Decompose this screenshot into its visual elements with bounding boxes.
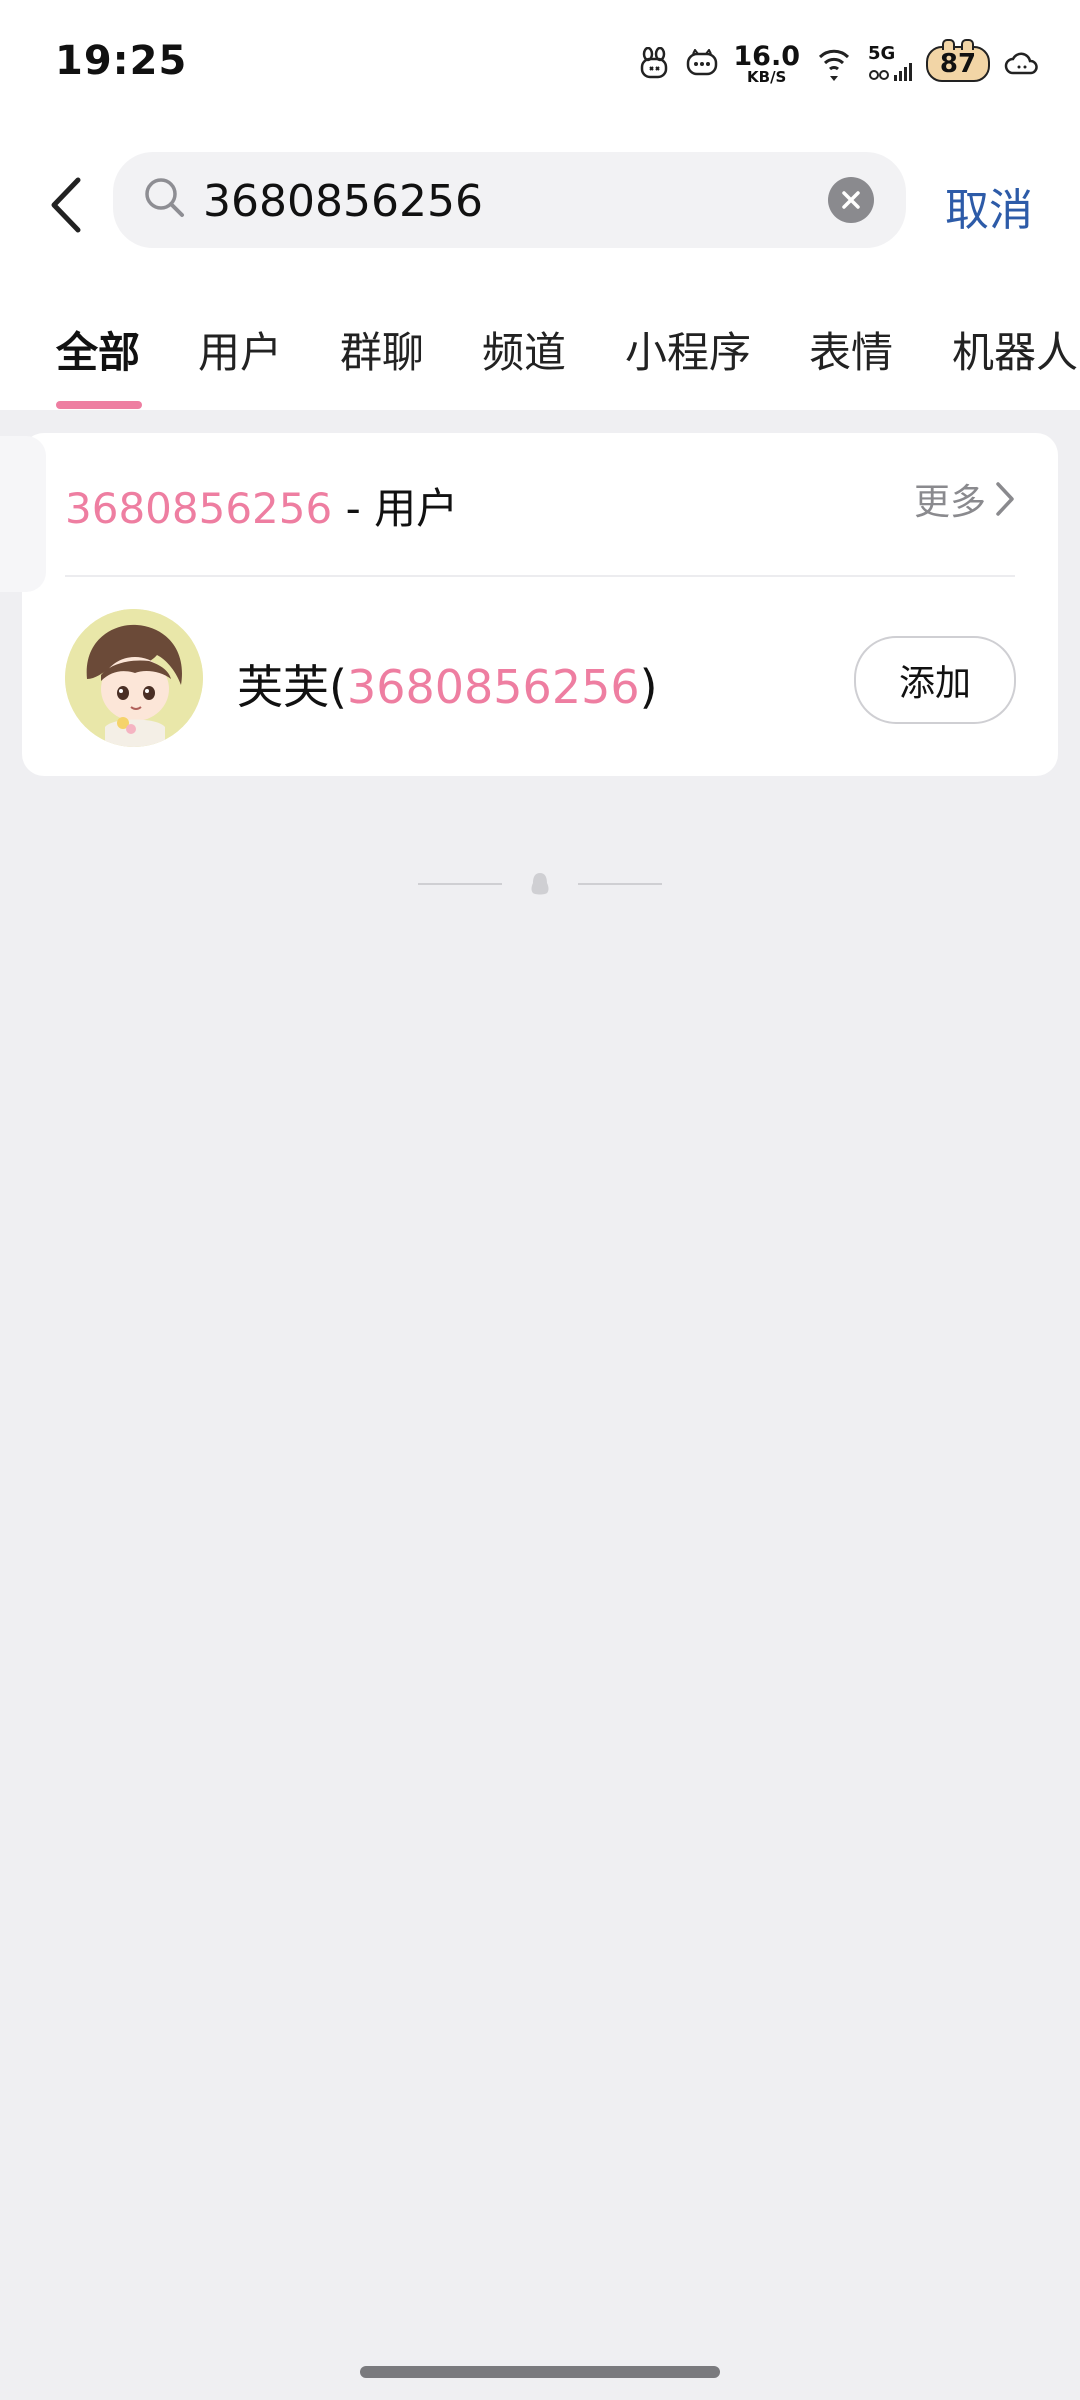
penguin-icon bbox=[531, 873, 549, 895]
status-icons: 16.0 KB/S 5G 87 bbox=[637, 36, 1040, 92]
edge-handle[interactable] bbox=[0, 436, 46, 592]
user-name-suffix: ) bbox=[639, 660, 658, 714]
user-id: 3680856256 bbox=[346, 660, 640, 714]
divider bbox=[65, 575, 1015, 577]
search-icon bbox=[143, 176, 187, 224]
avatar[interactable] bbox=[65, 609, 203, 747]
chat-bubble-icon bbox=[685, 49, 719, 79]
section-title: 3680856256 - 用户 bbox=[65, 475, 458, 536]
search-input[interactable] bbox=[201, 170, 805, 232]
status-bar: 19:25 16.0 KB/S 5G 87 bbox=[0, 0, 1080, 120]
close-icon bbox=[842, 191, 860, 209]
end-line-right bbox=[578, 883, 662, 885]
tab-stickers[interactable]: 表情 bbox=[809, 319, 893, 380]
tab-bots[interactable]: 机器人 bbox=[952, 319, 1078, 380]
chevron-right-icon bbox=[996, 482, 1014, 516]
back-button[interactable] bbox=[35, 165, 95, 245]
active-tab-indicator bbox=[56, 401, 142, 409]
tab-channels[interactable]: 频道 bbox=[482, 319, 566, 380]
cloud-icon bbox=[1004, 50, 1040, 78]
add-friend-button[interactable]: 添加 bbox=[854, 636, 1016, 724]
clock: 19:25 bbox=[55, 38, 188, 84]
network-speed-unit: KB/S bbox=[747, 68, 787, 86]
tab-all[interactable]: 全部 bbox=[56, 319, 140, 380]
tab-users[interactable]: 用户 bbox=[198, 319, 282, 380]
search-category-tabs: 全部 用户 群聊 频道 小程序 表情 机器人 bbox=[0, 285, 1080, 410]
home-indicator[interactable] bbox=[360, 2366, 720, 2378]
network-type: 5G bbox=[868, 43, 896, 64]
back-arrow-icon bbox=[51, 177, 81, 233]
tab-groups[interactable]: 群聊 bbox=[340, 319, 424, 380]
section-category: - 用户 bbox=[332, 484, 459, 533]
wifi-icon bbox=[814, 44, 854, 84]
end-of-results-marker bbox=[418, 868, 662, 900]
end-line-left bbox=[418, 883, 502, 885]
user-results-card: 3680856256 - 用户 更多 芙芙(3680856256) 添加 bbox=[22, 433, 1058, 776]
bunny-icon bbox=[637, 47, 671, 81]
user-nickname: 芙芙( bbox=[237, 660, 347, 714]
clear-search-button[interactable] bbox=[828, 177, 874, 223]
battery-icon: 87 bbox=[926, 39, 990, 82]
search-header: 取消 bbox=[0, 120, 1080, 285]
cancel-button[interactable]: 取消 bbox=[945, 174, 1033, 238]
cellular-icon: 5G bbox=[868, 45, 912, 83]
more-label: 更多 bbox=[913, 482, 986, 523]
section-query-id: 3680856256 bbox=[65, 484, 333, 533]
tab-mini-programs[interactable]: 小程序 bbox=[625, 319, 751, 380]
network-speed: 16.0 KB/S bbox=[733, 43, 800, 85]
user-name[interactable]: 芙芙(3680856256) bbox=[237, 651, 658, 717]
search-box[interactable] bbox=[113, 152, 906, 248]
more-button[interactable]: 更多 bbox=[914, 473, 1016, 525]
battery-level: 87 bbox=[939, 49, 977, 79]
network-speed-value: 16.0 bbox=[733, 41, 800, 72]
